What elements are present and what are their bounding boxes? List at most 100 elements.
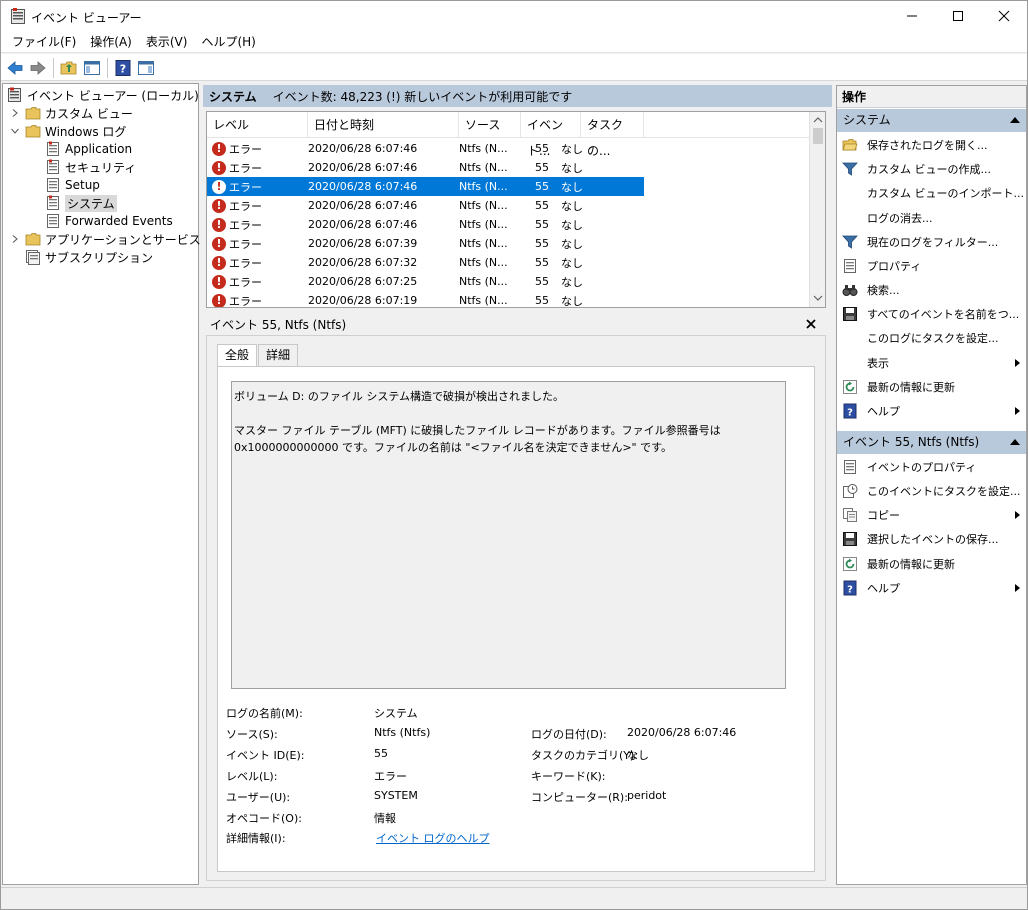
action-attach-task-to-log[interactable]: このログにタスクを設定...: [837, 327, 1026, 349]
table-row[interactable]: ! エラー 2020/06/28 6:07:25 Ntfs (N... 55 なし: [207, 272, 811, 291]
action-help-event[interactable]: ? ヘルプ: [837, 577, 1026, 599]
menu-help[interactable]: ヘルプ(H): [194, 31, 262, 53]
action-save-selected-events[interactable]: 選択したイベントの保存...: [837, 528, 1026, 550]
tree-apps-services-logs[interactable]: アプリケーションとサービス ログ: [9, 230, 229, 248]
error-icon: !: [212, 141, 226, 156]
tree-subscriptions[interactable]: サブスクリプション: [25, 248, 153, 266]
show-hide-tree-button[interactable]: [82, 58, 102, 78]
error-icon: !: [212, 179, 226, 194]
table-row[interactable]: ! エラー 2020/06/28 6:07:19 Ntfs (N... 55 なし: [207, 291, 811, 307]
cell-datetime: 2020/06/28 6:07:46: [308, 199, 418, 212]
tree-system-log[interactable]: システム: [45, 194, 117, 212]
up-folder-button[interactable]: [59, 58, 79, 78]
collapse-icon[interactable]: [1010, 439, 1020, 445]
computer-label: コンピューター(R):: [531, 791, 628, 804]
tree-custom-views[interactable]: カスタム ビュー: [9, 104, 133, 122]
event-description[interactable]: ボリューム D: のファイル システム構造で破損が検出されました。 マスター フ…: [231, 381, 786, 689]
error-icon: !: [212, 293, 226, 307]
close-detail-icon[interactable]: [806, 319, 816, 329]
action-help[interactable]: ? ヘルプ: [837, 400, 1026, 422]
event-log-help-link[interactable]: イベント ログのヘルプ: [376, 830, 490, 846]
table-row[interactable]: ! エラー 2020/06/28 6:07:46 Ntfs (N... 55 なし: [207, 158, 811, 177]
menu-bar: ファイル(F) 操作(A) 表示(V) ヘルプ(H): [1, 31, 1027, 53]
event-list-scrollbar[interactable]: [809, 112, 825, 307]
scroll-up-icon[interactable]: [813, 116, 823, 124]
event-viewer-icon: [7, 87, 23, 103]
column-datetime[interactable]: 日付と時刻: [308, 112, 459, 138]
action-event-properties[interactable]: イベントのプロパティ: [837, 456, 1026, 478]
action-create-custom-view[interactable]: カスタム ビューの作成...: [837, 158, 1026, 180]
cell-task-category: なし: [561, 161, 583, 175]
action-filter-current-log[interactable]: 現在のログをフィルター...: [837, 231, 1026, 253]
tree-application-log[interactable]: Application: [45, 140, 132, 158]
collapse-icon[interactable]: [1010, 117, 1020, 123]
submenu-arrow-icon: [1015, 511, 1020, 519]
action-refresh-event[interactable]: 最新の情報に更新: [837, 553, 1026, 575]
chevron-right-icon[interactable]: [9, 107, 21, 119]
action-refresh[interactable]: 最新の情報に更新: [837, 376, 1026, 398]
table-row[interactable]: ! エラー 2020/06/28 6:07:46 Ntfs (N... 55 なし: [207, 177, 644, 196]
table-row[interactable]: ! エラー 2020/06/28 6:07:39 Ntfs (N... 55 なし: [207, 234, 811, 253]
action-attach-task-to-event[interactable]: このイベントにタスクを設定...: [837, 480, 1026, 502]
tree-setup-log[interactable]: Setup: [45, 176, 100, 194]
column-source[interactable]: ソース: [459, 112, 521, 138]
action-properties[interactable]: プロパティ: [837, 255, 1026, 277]
blank-icon: [842, 185, 858, 201]
chevron-down-icon[interactable]: [9, 125, 21, 137]
error-icon: !: [212, 236, 226, 251]
cell-event-id: 55: [535, 275, 549, 288]
action-find[interactable]: 検索...: [837, 279, 1026, 301]
scroll-down-icon[interactable]: [813, 294, 823, 302]
maximize-icon: [953, 11, 963, 21]
level-label: レベル(L):: [226, 770, 278, 783]
submenu-arrow-icon: [1015, 584, 1020, 592]
forward-button[interactable]: [28, 58, 48, 78]
table-row[interactable]: ! エラー 2020/06/28 6:07:46 Ntfs (N... 55 なし: [207, 215, 811, 234]
column-level[interactable]: レベル: [207, 112, 308, 138]
show-hide-action-pane-button[interactable]: [136, 58, 156, 78]
log-icon: [45, 213, 61, 229]
menu-action[interactable]: 操作(A): [83, 31, 139, 53]
cell-source: Ntfs (N...: [459, 275, 508, 288]
help-button[interactable]: ?: [113, 58, 133, 78]
close-button[interactable]: [981, 1, 1027, 31]
cell-event-id: 55: [535, 142, 549, 155]
table-row[interactable]: ! エラー 2020/06/28 6:07:32 Ntfs (N... 55 なし: [207, 253, 811, 272]
forward-arrow-icon: [30, 61, 46, 75]
tree-security-log[interactable]: セキュリティ: [45, 158, 136, 176]
minimize-button[interactable]: [889, 1, 935, 31]
column-task-category[interactable]: タスクの...: [581, 112, 644, 158]
maximize-button[interactable]: [935, 1, 981, 31]
cell-datetime: 2020/06/28 6:07:19: [308, 294, 418, 307]
action-label: ヘルプ: [867, 582, 900, 595]
tab-general[interactable]: 全般: [217, 344, 258, 367]
back-button[interactable]: [5, 58, 25, 78]
action-open-saved-log[interactable]: 保存されたログを開く...: [837, 134, 1026, 156]
table-row[interactable]: ! エラー 2020/06/28 6:07:46 Ntfs (N... 55 なし: [207, 196, 811, 215]
action-pane-icon: [138, 61, 154, 75]
menu-file[interactable]: ファイル(F): [5, 31, 83, 53]
tree-forwarded-events[interactable]: Forwarded Events: [45, 212, 173, 230]
actions-pane: 操作 システム 保存されたログを開く... カスタム ビューの作成... カスタム …: [836, 85, 1027, 885]
tree-windows-logs[interactable]: Windows ログ: [9, 122, 126, 140]
menu-view[interactable]: 表示(V): [139, 31, 195, 53]
properties-icon: [842, 258, 858, 274]
actions-section-event[interactable]: イベント 55, Ntfs (Ntfs): [837, 431, 1026, 454]
action-import-custom-view[interactable]: カスタム ビューのインポート...: [837, 182, 1026, 204]
chevron-right-icon[interactable]: [9, 233, 21, 245]
action-view[interactable]: 表示: [837, 352, 1026, 374]
tab-details[interactable]: 詳細: [258, 344, 299, 366]
action-copy[interactable]: コピー: [837, 504, 1026, 526]
tree-root[interactable]: イベント ビューアー (ローカル): [7, 86, 199, 104]
actions-section-system[interactable]: システム: [837, 109, 1026, 132]
keywords-label: キーワード(K):: [531, 770, 606, 783]
open-folder-icon: [842, 137, 858, 153]
action-clear-log[interactable]: ログの消去...: [837, 207, 1026, 229]
scroll-thumb[interactable]: [813, 128, 823, 144]
cell-task-category: なし: [561, 237, 583, 251]
table-row[interactable]: ! エラー 2020/06/28 6:07:46 Ntfs (N... 55 なし: [207, 139, 811, 158]
cell-datetime: 2020/06/28 6:07:46: [308, 180, 418, 193]
column-event-id[interactable]: イベント...: [521, 112, 581, 158]
log-icon: [45, 159, 61, 175]
action-save-all-events-as[interactable]: すべてのイベントを名前をつ...: [837, 303, 1026, 325]
